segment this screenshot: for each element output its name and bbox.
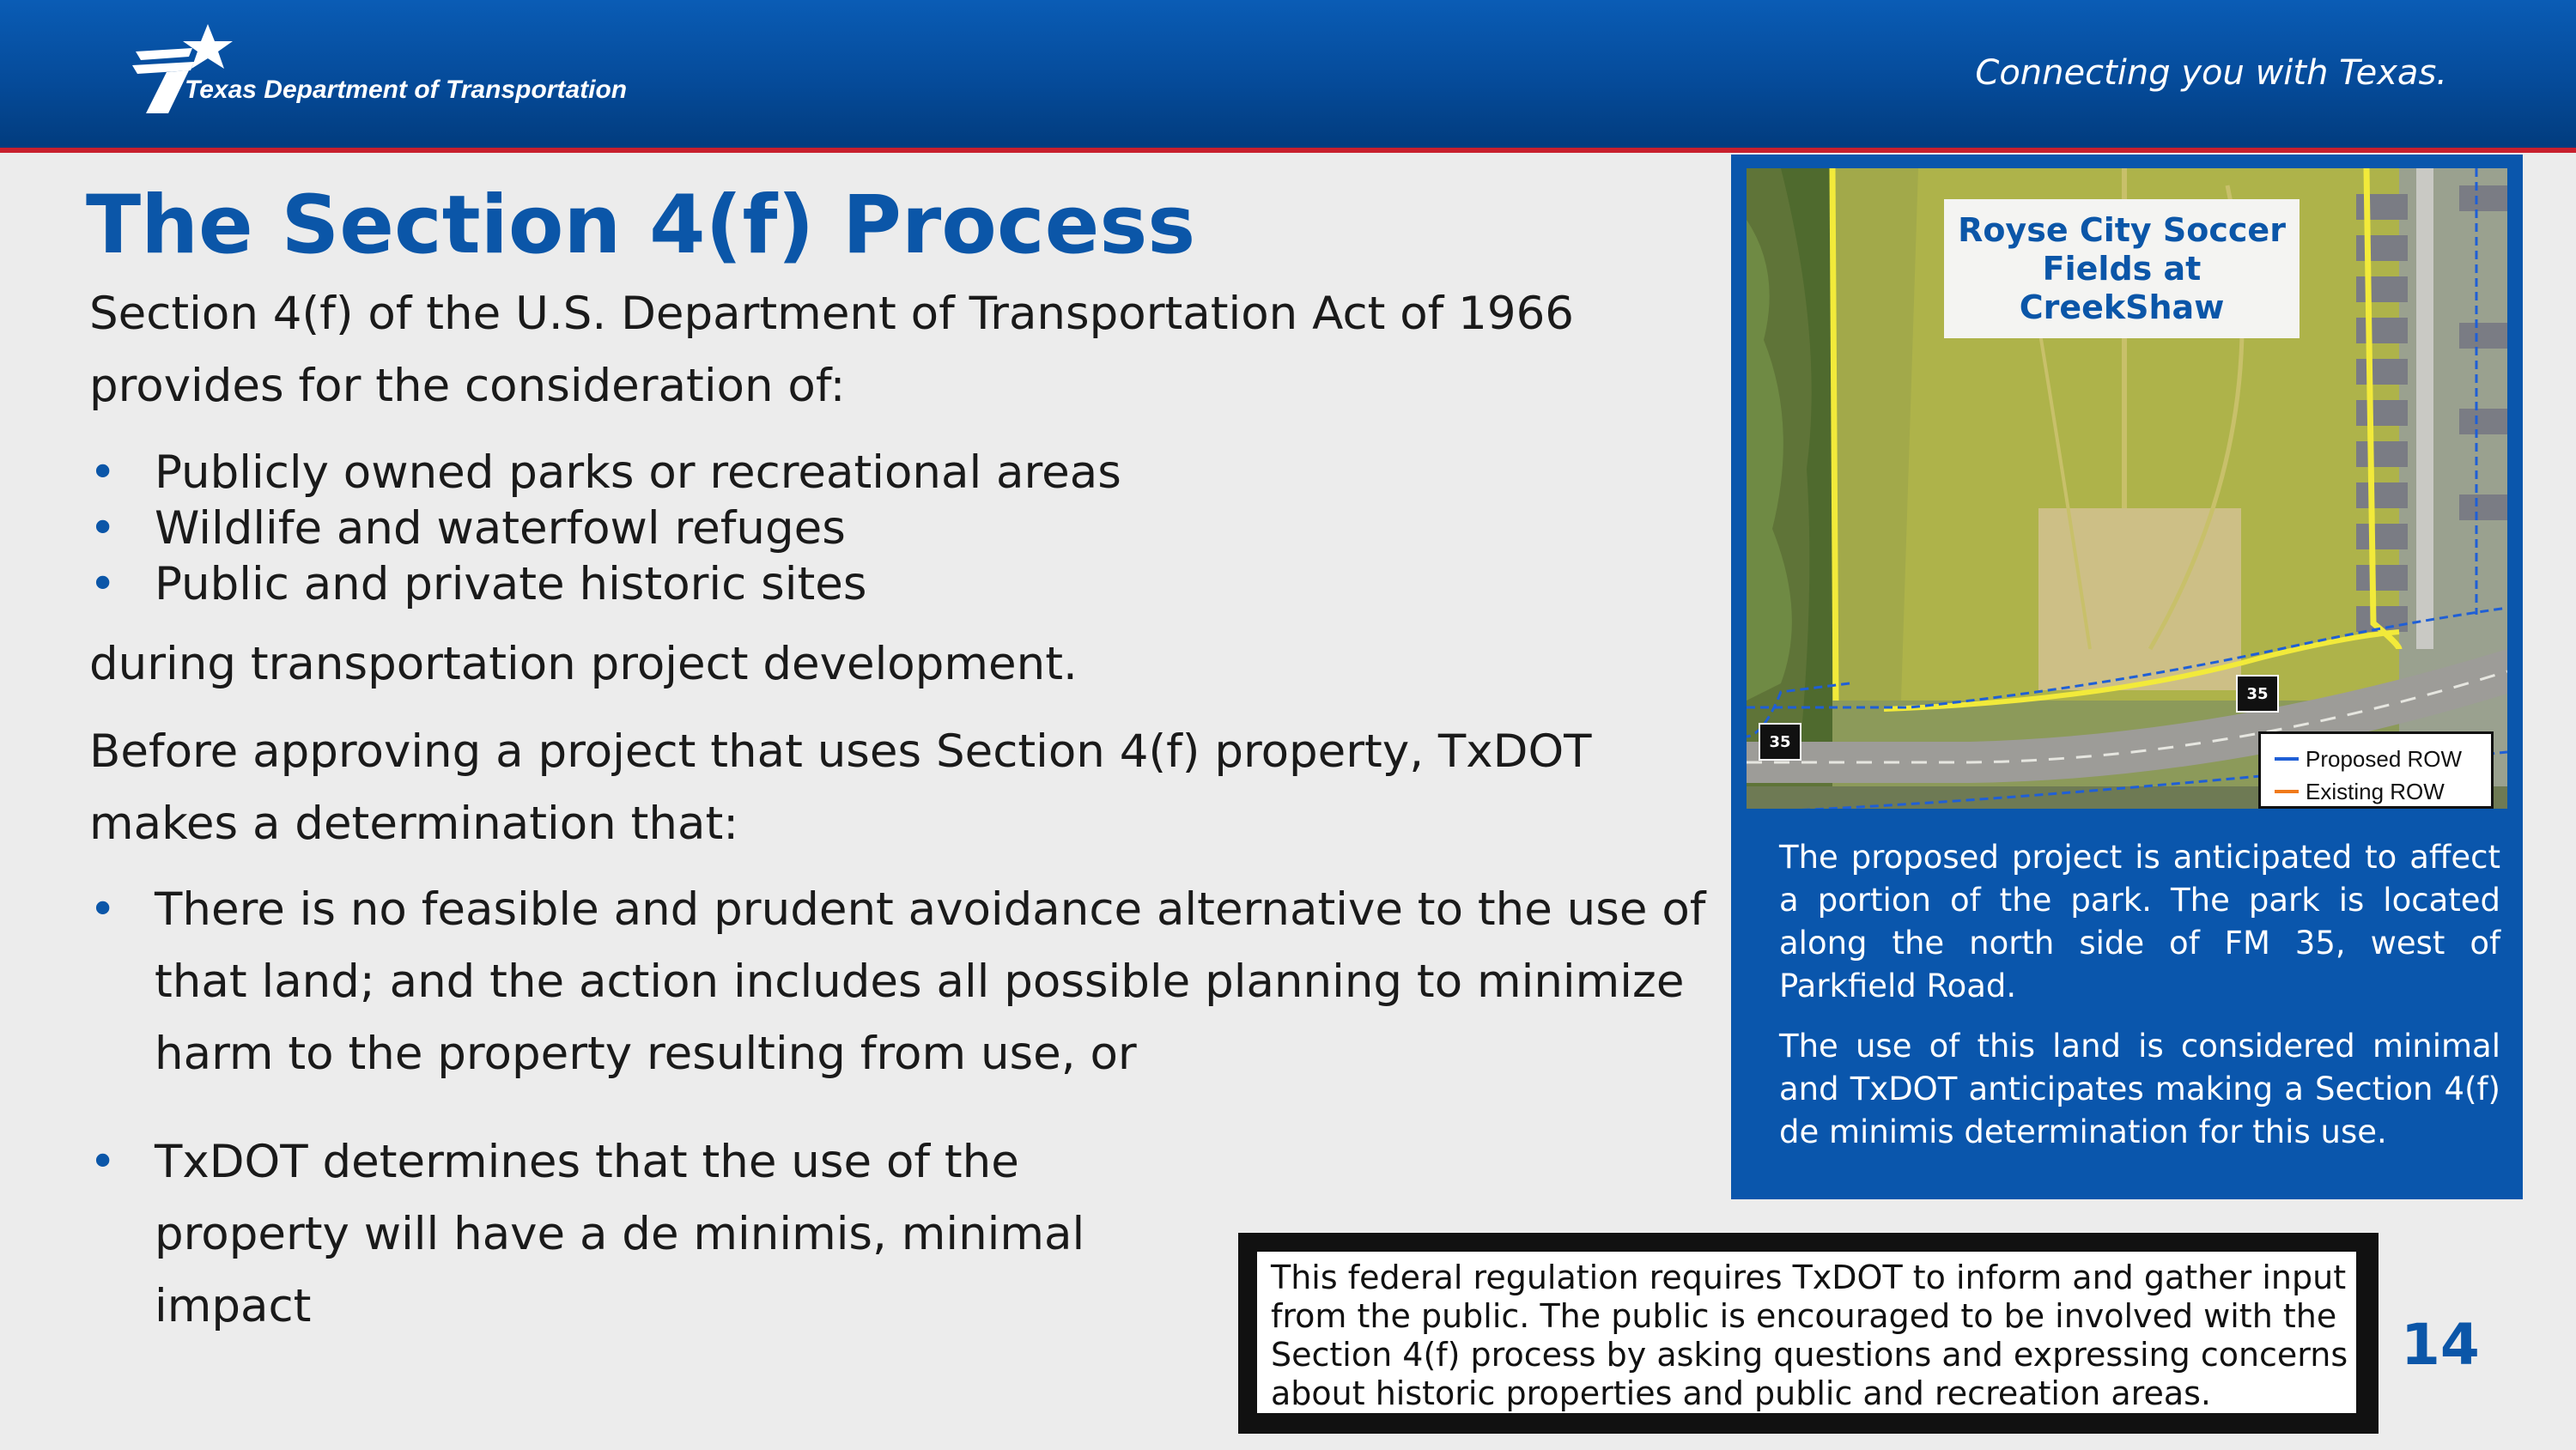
during-paragraph: during transportation project developmen… (89, 638, 1078, 690)
intro-paragraph: Section 4(f) of the U.S. Department of T… (89, 288, 1575, 412)
list-item: Publicly owned parks or recreational are… (89, 445, 1291, 501)
sidebar-paragraph-2: The use of this land is considered minim… (1779, 1028, 2500, 1150)
legend-existing-label: Existing ROW (2306, 778, 2445, 804)
protected-resources-list: Publicly owned parks or recreational are… (89, 445, 1291, 612)
list-item: TxDOT determines that the use of the pro… (89, 1126, 1163, 1343)
legend-proposed-row: Proposed ROW (2275, 743, 2481, 775)
legend-existing-row: Existing ROW (2275, 775, 2481, 808)
sidebar-paragraph-1: The proposed project is anticipated to a… (1779, 839, 2500, 1004)
determination-list-1: There is no feasible and prudent avoidan… (89, 874, 1738, 1090)
determination-list-2: TxDOT determines that the use of the pro… (89, 1126, 1163, 1343)
tagline: Connecting you with Texas. (1975, 53, 2447, 93)
determination-intro: Before approving a project that uses Sec… (89, 725, 1592, 850)
page-number: 14 (2401, 1312, 2480, 1378)
highway-shield-icon: 35 (1759, 723, 1801, 761)
list-item: Public and private historic sites (89, 556, 1291, 612)
notice-text: This federal regulation requires TxDOT t… (1257, 1252, 2356, 1413)
page-title: The Section 4(f) Process (86, 179, 1196, 272)
header-banner: Texas Department of Transportation Conne… (0, 0, 2576, 148)
organization-name: Texas Department of Transportation (185, 76, 628, 104)
proposed-row-swatch (2275, 757, 2299, 761)
park-info-panel: Royse City Soccer Fields at CreekShaw 35… (1731, 155, 2523, 1199)
list-item: There is no feasible and prudent avoidan… (89, 874, 1738, 1090)
public-involvement-notice: This federal regulation requires TxDOT t… (1238, 1233, 2379, 1434)
header-divider (0, 148, 2576, 153)
existing-row-swatch (2275, 790, 2299, 793)
list-item: Wildlife and waterfowl refuges (89, 501, 1291, 556)
park-name-label: Royse City Soccer Fields at CreekShaw (1944, 199, 2300, 338)
highway-shield-icon: 35 (2236, 675, 2279, 713)
legend-proposed-label: Proposed ROW (2306, 745, 2463, 772)
map-legend: Proposed ROW Existing ROW (2258, 731, 2494, 809)
park-aerial-map: Royse City Soccer Fields at CreekShaw 35… (1747, 168, 2507, 809)
